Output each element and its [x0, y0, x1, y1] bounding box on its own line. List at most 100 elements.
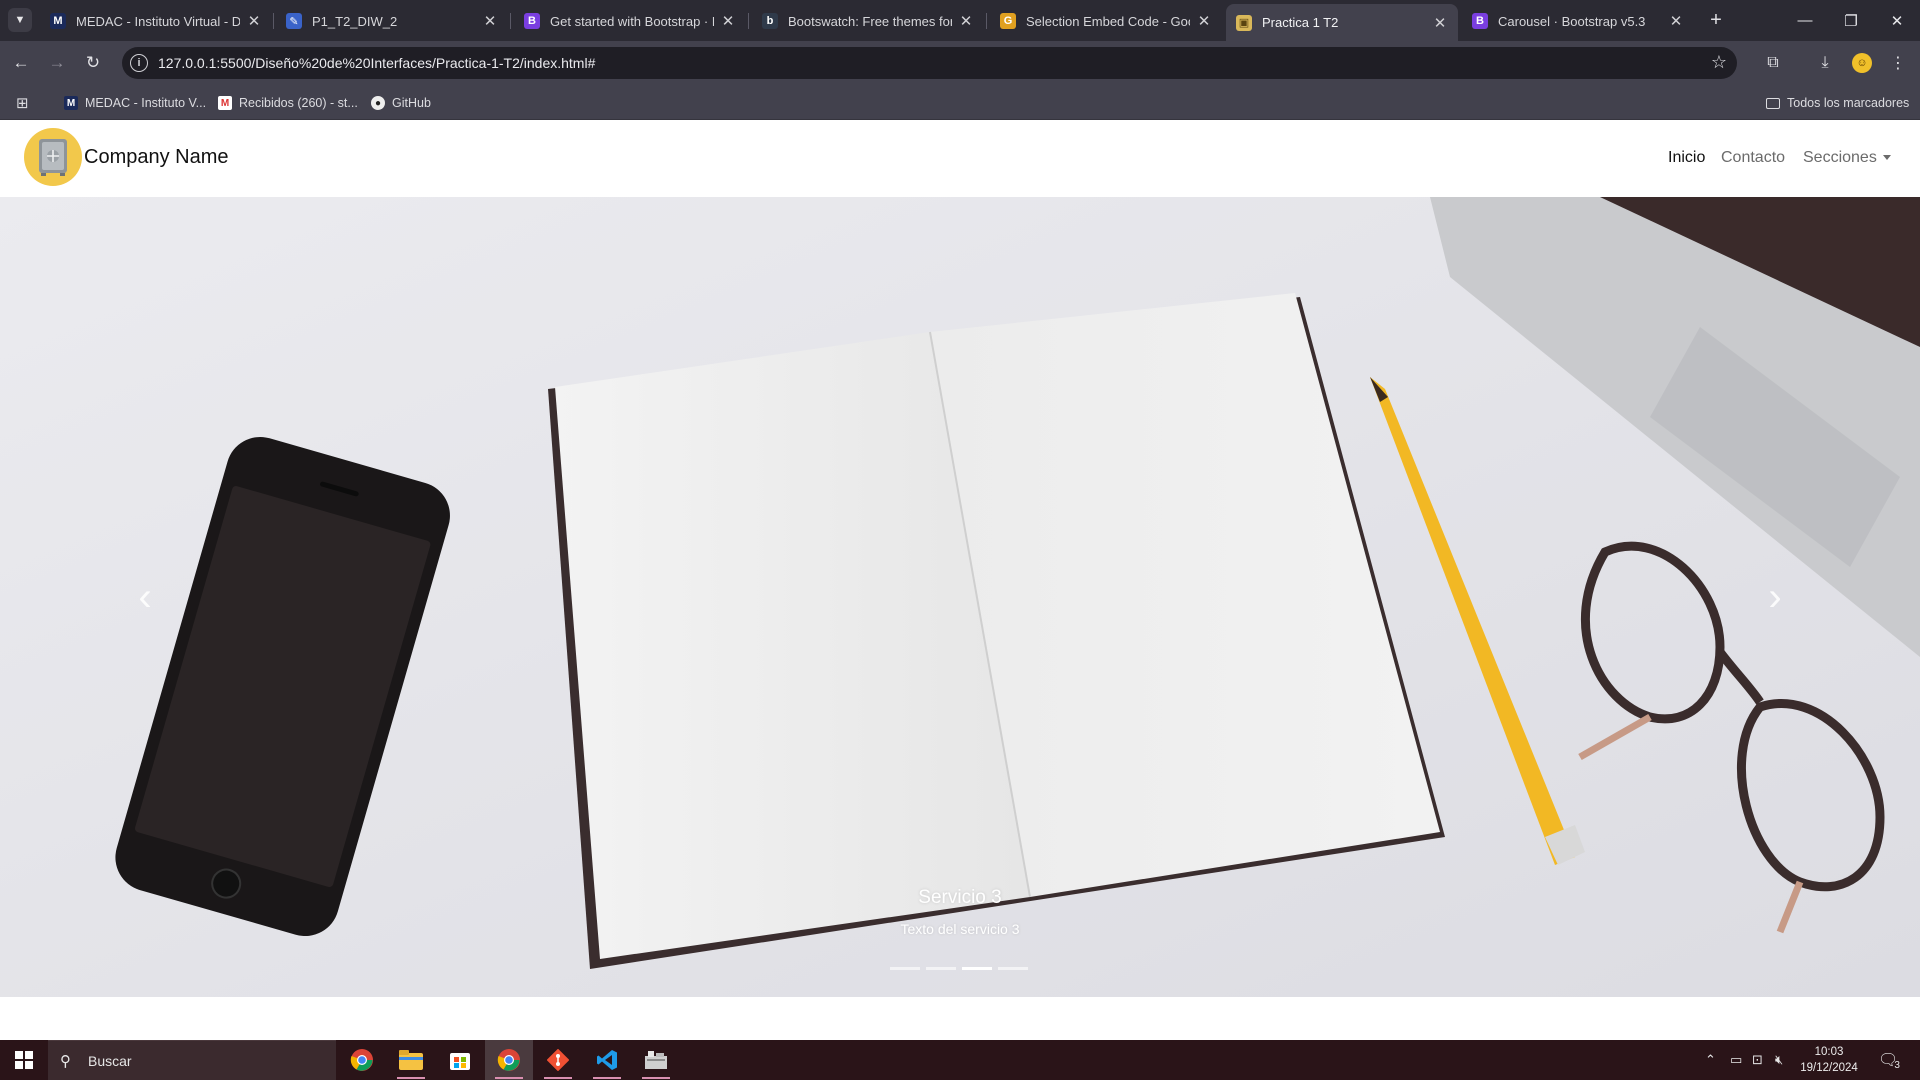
nav-dropdown-secciones[interactable]: Secciones [1803, 149, 1891, 167]
carousel-indicators [890, 967, 1028, 970]
tab-close-icon[interactable]: ✕ [246, 12, 262, 30]
bookmark-gmail[interactable]: M Recibidos (260) - st... [218, 93, 358, 113]
address-bar[interactable]: i 127.0.0.1:5500/Diseño%20de%20Interface… [122, 47, 1737, 79]
document-favicon-icon: ✎ [286, 13, 302, 29]
restore-icon[interactable]: ❐ [1828, 0, 1874, 41]
tab-title: Bootswatch: Free themes for Bo [788, 13, 952, 29]
taskbar-chrome-active-icon[interactable] [485, 1040, 533, 1080]
bookmark-star-icon[interactable]: ☆ [1711, 52, 1727, 73]
taskbar-store-icon[interactable] [436, 1040, 484, 1080]
taskbar-file-explorer-icon[interactable] [387, 1040, 435, 1080]
bookmark-github[interactable]: ● GitHub [371, 93, 431, 113]
tray-volume-muted-icon[interactable]: 🔇︎ [1775, 1040, 1783, 1080]
taskbar-git-icon[interactable] [534, 1040, 582, 1080]
carousel-indicator-3[interactable] [962, 967, 992, 970]
bookmark-medac[interactable]: M MEDAC - Instituto V... [64, 93, 206, 113]
running-indicator [397, 1077, 425, 1079]
safe-icon [39, 139, 67, 176]
apps-grid-icon[interactable]: ⊞ [16, 93, 29, 113]
site-navbar: Company Name Inicio Contacto Secciones [0, 120, 1920, 197]
taskbar-clock[interactable]: 10:03 19/12/2024 [1796, 1044, 1862, 1076]
nav-link-contacto[interactable]: Contacto [1721, 149, 1785, 167]
minimize-icon[interactable]: — [1782, 0, 1828, 41]
window-close-icon[interactable]: ✕ [1874, 0, 1920, 41]
carousel-indicator-2[interactable] [926, 967, 956, 970]
all-bookmarks-folder[interactable]: Todos los marcadores [1766, 93, 1909, 113]
tab-title: Carousel · Bootstrap v5.3 [1498, 13, 1646, 29]
tab-separator [986, 13, 987, 29]
carousel-caption-title: Servicio 3 [918, 887, 1002, 908]
address-url[interactable]: 127.0.0.1:5500/Diseño%20de%20Interfaces/… [158, 55, 595, 71]
gmail-favicon-icon: M [218, 96, 232, 110]
tab-practica-active[interactable]: ▣ Practica 1 T2 ✕ [1226, 4, 1458, 41]
new-tab-icon[interactable]: + [1704, 8, 1728, 32]
clock-date: 19/12/2024 [1800, 1062, 1858, 1074]
page-favicon-icon: ▣ [1236, 14, 1252, 31]
tab-title: MEDAC - Instituto Virtual - Doc [76, 13, 240, 29]
reload-icon[interactable]: ↻ [80, 50, 106, 76]
tray-network-icon[interactable]: ⊡ [1752, 1040, 1763, 1080]
bookmarks-bar: ⊞ M MEDAC - Instituto V... M Recibidos (… [0, 85, 1920, 120]
tab-close-icon[interactable]: ✕ [1668, 12, 1684, 30]
running-indicator [495, 1077, 523, 1079]
taskbar-vscode-icon[interactable] [583, 1040, 631, 1080]
tab-title: P1_T2_DIW_2 [312, 13, 398, 29]
forward-arrow-icon[interactable]: → [44, 50, 70, 76]
notifications-count: 3 [1894, 1059, 1900, 1071]
taskbar-search[interactable]: ⚲ Buscar [48, 1040, 336, 1080]
bookmark-label: Recibidos (260) - st... [239, 96, 358, 110]
tab-google-fonts[interactable]: G Selection Embed Code - Googl ✕ [990, 5, 1222, 37]
carousel-caption-text: Texto del servicio 3 [900, 921, 1020, 937]
tab-close-icon[interactable]: ✕ [1432, 14, 1448, 32]
tab-close-icon[interactable]: ✕ [958, 12, 974, 30]
taskbar-app-icon[interactable] [632, 1040, 680, 1080]
tab-separator [748, 13, 749, 29]
tab-search-icon[interactable]: ▼ [8, 8, 32, 32]
taskbar-chrome-icon[interactable] [338, 1040, 386, 1080]
bookmark-label: MEDAC - Instituto V... [85, 96, 207, 110]
tab-title: Practica 1 T2 [1262, 15, 1339, 30]
carousel-next-icon[interactable]: › [1735, 557, 1815, 637]
download-icon[interactable]: ⤓ [1812, 50, 1838, 76]
windows-taskbar: ⚲ Buscar ⌃ ▭ ⊡ 🔇︎ 10:03 19/12/2024 🗨︎ 3 [0, 1040, 1920, 1080]
bootswatch-favicon-icon: b [762, 13, 778, 29]
tray-meet-icon[interactable]: ▭ [1730, 1040, 1742, 1080]
clock-time: 10:03 [1814, 1046, 1844, 1058]
carousel-indicator-1[interactable] [890, 967, 920, 970]
site-info-icon[interactable]: i [130, 54, 148, 72]
tab-bootstrap-get-started[interactable]: B Get started with Bootstrap · Bo ✕ [514, 5, 746, 37]
medac-favicon-icon: M [50, 13, 66, 29]
tab-close-icon[interactable]: ✕ [720, 12, 736, 30]
all-bookmarks-label: Todos los marcadores [1787, 96, 1910, 110]
carousel-prev-icon[interactable]: ‹ [105, 557, 185, 637]
profile-avatar-icon[interactable]: ☺ [1852, 53, 1872, 73]
carousel-indicator-4[interactable] [998, 967, 1028, 970]
brand-name[interactable]: Company Name [84, 146, 229, 169]
carousel-slide-image [0, 197, 1920, 997]
browser-tab-strip: ▼ M MEDAC - Instituto Virtual - Doc ✕ ✎ … [0, 0, 1920, 41]
tab-carousel-bootstrap[interactable]: B Carousel · Bootstrap v5.3 ✕ [1462, 5, 1694, 37]
search-icon: ⚲ [60, 1053, 71, 1070]
tab-close-icon[interactable]: ✕ [482, 12, 498, 30]
tab-bootswatch[interactable]: b Bootswatch: Free themes for Bo ✕ [752, 5, 984, 37]
back-arrow-icon[interactable]: ← [8, 50, 34, 76]
tab-medac[interactable]: M MEDAC - Instituto Virtual - Doc ✕ [40, 5, 272, 37]
carousel: ‹ › Servicio 3 Texto del servicio 3 [0, 197, 1920, 997]
running-indicator [642, 1077, 670, 1079]
bookmark-label: GitHub [392, 96, 431, 110]
taskbar-search-placeholder: Buscar [88, 1053, 132, 1069]
windows-start-icon[interactable] [0, 1040, 48, 1080]
nav-link-inicio[interactable]: Inicio [1668, 149, 1705, 167]
running-indicator [544, 1077, 572, 1079]
brand-logo-icon[interactable] [24, 128, 82, 186]
menu-kebab-icon[interactable]: ⋮ [1885, 50, 1911, 76]
browser-toolbar: ← → ↻ i 127.0.0.1:5500/Diseño%20de%20Int… [0, 41, 1920, 85]
notifications-icon[interactable]: 🗨︎ 3 [1878, 1040, 1900, 1080]
folder-icon [1766, 97, 1780, 109]
caret-down-icon [1882, 155, 1891, 161]
tray-chevron-icon[interactable]: ⌃ [1705, 1040, 1716, 1080]
tab-close-icon[interactable]: ✕ [1196, 12, 1212, 30]
tab-p1-t2-diw[interactable]: ✎ P1_T2_DIW_2 ✕ [276, 5, 508, 37]
running-indicator [593, 1077, 621, 1079]
extensions-icon[interactable]: ⧉ [1760, 50, 1786, 76]
